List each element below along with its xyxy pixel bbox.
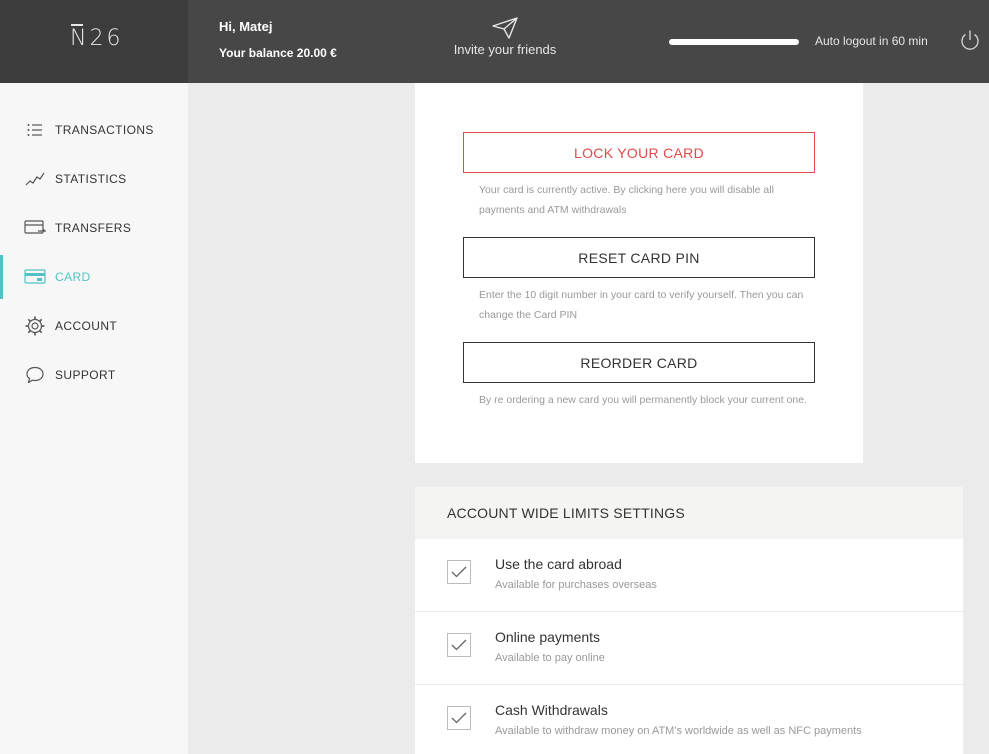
cash-withdrawals-checkbox[interactable] xyxy=(447,706,471,730)
sidebar-item-label: TRANSFERS xyxy=(55,221,132,235)
invite-friends-label: Invite your friends xyxy=(453,42,557,57)
logout-timer-text: Auto logout in 60 min xyxy=(815,34,928,48)
sidebar-item-label: ACCOUNT xyxy=(55,319,118,333)
top-header: N26 Hi, Matej Your balance 20.00 € Invit… xyxy=(0,0,989,83)
limit-row-cash: Cash Withdrawals Available to withdraw m… xyxy=(415,685,963,754)
sidebar-item-statistics[interactable]: STATISTICS xyxy=(0,157,188,201)
sidebar-item-card[interactable]: CARD xyxy=(0,255,188,299)
card-actions-panel: LOCK YOUR CARD Your card is currently ac… xyxy=(415,83,863,463)
limits-title: ACCOUNT WIDE LIMITS SETTINGS xyxy=(447,505,685,521)
paper-plane-icon xyxy=(492,17,518,39)
reorder-card-description: By re ordering a new card you will perma… xyxy=(479,394,807,406)
chat-bubble-icon xyxy=(24,364,46,386)
checkmark-icon xyxy=(451,566,467,578)
lock-card-button[interactable]: LOCK YOUR CARD xyxy=(463,132,815,173)
n26-logo[interactable]: N26 xyxy=(70,24,123,51)
limit-row-abroad: Use the card abroad Available for purcha… xyxy=(415,539,963,612)
lock-card-description: Your card is currently active. By clicki… xyxy=(479,184,774,216)
sidebar-item-account[interactable]: ACCOUNT xyxy=(0,304,188,348)
limit-title: Online payments xyxy=(495,629,601,645)
limit-title: Cash Withdrawals xyxy=(495,702,608,718)
limit-subtitle: Available to withdraw money on ATM's wor… xyxy=(495,725,862,737)
gear-icon xyxy=(24,315,46,337)
power-icon[interactable] xyxy=(959,29,981,51)
sidebar-item-label: CARD xyxy=(55,270,91,284)
logout-timer-bar xyxy=(669,39,799,45)
transfer-card-icon xyxy=(24,217,46,239)
chart-line-icon xyxy=(24,168,46,190)
invite-friends-link[interactable]: Invite your friends xyxy=(440,17,570,57)
sidebar-item-label: SUPPORT xyxy=(55,368,116,382)
sidebar-item-transfers[interactable]: TRANSFERS xyxy=(0,206,188,250)
limit-subtitle: Available to pay online xyxy=(495,652,605,664)
sidebar-item-support[interactable]: SUPPORT xyxy=(0,353,188,397)
reorder-card-button[interactable]: REORDER CARD xyxy=(463,342,815,383)
sidebar-item-transactions[interactable]: TRANSACTIONS xyxy=(0,108,188,152)
checkmark-icon xyxy=(451,639,467,651)
sidebar: TRANSACTIONS STATISTICS TRANSFERS CARD A… xyxy=(0,83,188,754)
list-icon xyxy=(24,119,46,141)
limits-header: ACCOUNT WIDE LIMITS SETTINGS xyxy=(415,487,963,539)
limit-row-online: Online payments Available to pay online xyxy=(415,612,963,685)
limit-title: Use the card abroad xyxy=(495,556,622,572)
reset-pin-button[interactable]: RESET CARD PIN xyxy=(463,237,815,278)
card-icon xyxy=(24,266,46,288)
sidebar-item-label: TRANSACTIONS xyxy=(55,123,154,137)
limits-settings-panel: ACCOUNT WIDE LIMITS SETTINGS Use the car… xyxy=(415,487,963,754)
abroad-checkbox[interactable] xyxy=(447,560,471,584)
logo-area[interactable]: N26 xyxy=(0,0,188,83)
greeting-text: Hi, Matej xyxy=(219,19,273,34)
sidebar-item-label: STATISTICS xyxy=(55,172,127,186)
online-payments-checkbox[interactable] xyxy=(447,633,471,657)
checkmark-icon xyxy=(451,712,467,724)
reset-pin-description: Enter the 10 digit number in your card t… xyxy=(479,289,804,321)
balance-text: Your balance 20.00 € xyxy=(219,46,337,60)
limit-subtitle: Available for purchases overseas xyxy=(495,579,657,591)
